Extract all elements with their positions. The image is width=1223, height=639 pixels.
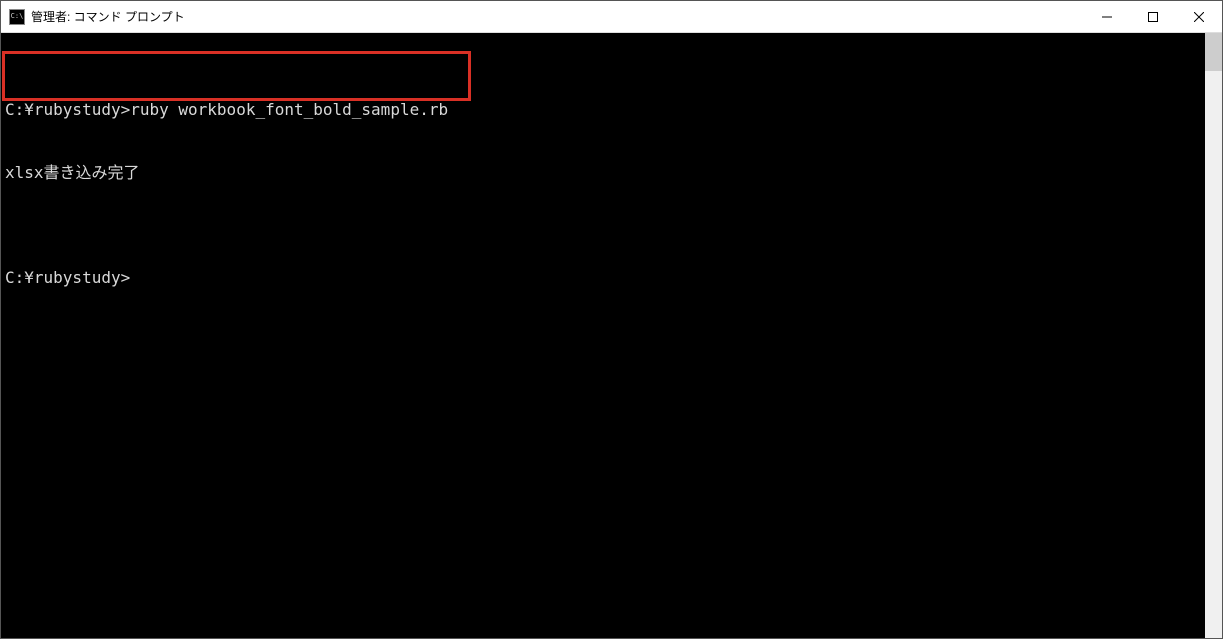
terminal-area: C:¥rubystudy>ruby workbook_font_bold_sam… bbox=[1, 33, 1222, 638]
cmd-icon-glyph: C:\ bbox=[11, 13, 24, 20]
close-button[interactable] bbox=[1176, 1, 1222, 32]
terminal-line: C:¥rubystudy> bbox=[5, 267, 448, 288]
window-controls bbox=[1084, 1, 1222, 32]
terminal-line: C:¥rubystudy>ruby workbook_font_bold_sam… bbox=[5, 99, 448, 120]
cmd-icon: C:\ bbox=[9, 9, 25, 25]
terminal-line: xlsx書き込み完了 bbox=[5, 162, 448, 183]
window-title: 管理者: コマンド プロンプト bbox=[31, 8, 185, 25]
minimize-icon bbox=[1102, 12, 1112, 22]
close-icon bbox=[1194, 12, 1204, 22]
terminal-content[interactable]: C:¥rubystudy>ruby workbook_font_bold_sam… bbox=[1, 33, 1205, 638]
titlebar: C:\ 管理者: コマンド プロンプト bbox=[1, 1, 1222, 33]
minimize-button[interactable] bbox=[1084, 1, 1130, 32]
scrollbar-thumb[interactable] bbox=[1205, 33, 1222, 71]
maximize-icon bbox=[1148, 12, 1158, 22]
vertical-scrollbar[interactable] bbox=[1205, 33, 1222, 638]
terminal-lines: C:¥rubystudy>ruby workbook_font_bold_sam… bbox=[5, 57, 448, 330]
maximize-button[interactable] bbox=[1130, 1, 1176, 32]
